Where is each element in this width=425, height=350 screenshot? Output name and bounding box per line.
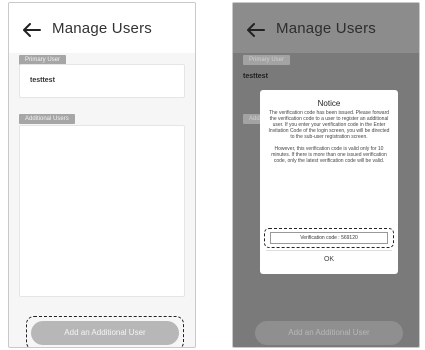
app-bar: Manage Users: [9, 3, 195, 53]
primary-user-section-label: Primary User: [243, 55, 291, 65]
ok-button[interactable]: OK: [260, 256, 398, 263]
screenshot-stage: Manage Users Primary User testtest Addit…: [0, 0, 425, 350]
dialog-body: The verification code has been issued. P…: [266, 110, 392, 164]
add-additional-user-button[interactable]: Add an Additional User: [31, 321, 179, 345]
notice-dialog: Notice The verification code has been is…: [260, 90, 398, 274]
page-title: Manage Users: [276, 20, 376, 37]
dialog-paragraph-1: The verification code has been issued. P…: [268, 110, 390, 140]
manage-users-screen-with-notice: Manage Users Primary User testtest Addit…: [232, 2, 420, 348]
additional-users-section-label: Additional Users: [19, 114, 75, 124]
primary-user-name: testtest: [243, 73, 268, 80]
page-title: Manage Users: [52, 20, 152, 37]
dialog-paragraph-2: However, this verification code is valid…: [271, 146, 387, 164]
dialog-divider: [266, 250, 392, 251]
additional-users-list: [19, 125, 185, 297]
primary-user-card: testtest: [19, 64, 185, 98]
verification-code-field: Verification code : 569120: [270, 232, 388, 244]
dialog-title: Notice: [317, 99, 341, 108]
app-bar: Manage Users: [233, 3, 419, 53]
add-additional-user-button[interactable]: Add an Additional User: [255, 321, 403, 345]
manage-users-screen: Manage Users Primary User testtest Addit…: [8, 2, 196, 348]
primary-user-name: testtest: [30, 77, 55, 84]
